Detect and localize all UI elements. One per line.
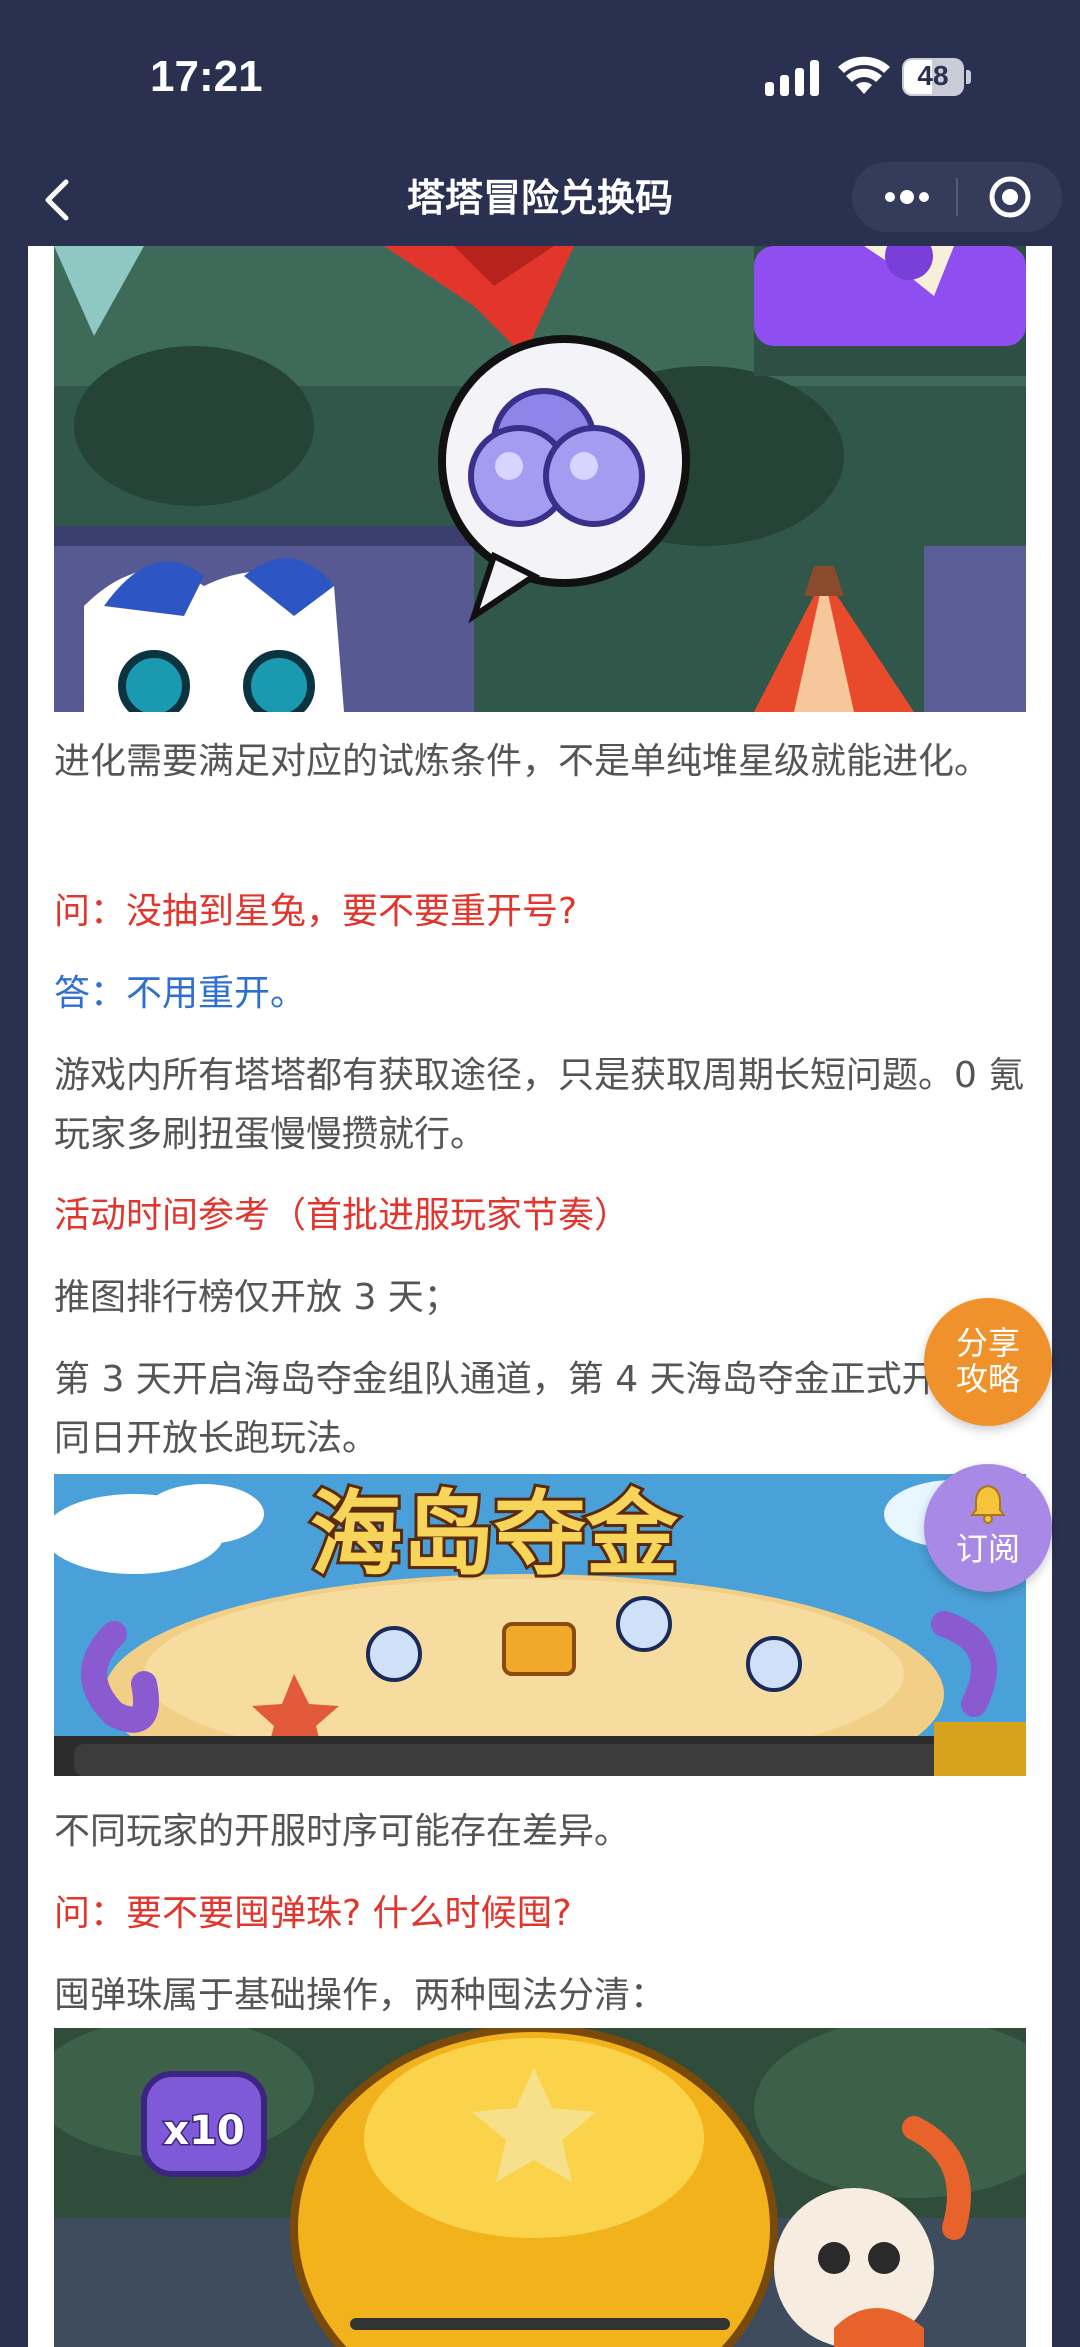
battery-level: 48 [917, 60, 949, 91]
paragraph-island-event: 第 3 天开启海岛夺金组队通道，第 4 天海岛夺金正式开启，同日开放长跑玩法。 [54, 1359, 1010, 1459]
status-bar: 17:21 48 [0, 0, 1080, 150]
answer-1: 答：不用重开。 [54, 973, 307, 1014]
paragraph-evolution: 进化需要满足对应的试炼条件，不是单纯堆星级就能进化。 [54, 741, 991, 782]
paragraph-acquisition: 游戏内所有塔塔都有获取途径，只是获取周期长短问题。0 氪玩家多刷扭蛋慢慢攒就行。 [54, 1055, 1025, 1155]
paragraph-ranking: 推图排行榜仅开放 3 天； [54, 1277, 460, 1318]
clock: 17:21 [150, 52, 263, 101]
paragraph-server-timing: 不同玩家的开服时序可能存在差异。 [54, 1811, 631, 1852]
article-image-3: x10 [54, 2028, 1026, 2347]
question-1: 问：没抽到星兔，要不要重开号? [54, 891, 578, 932]
nav-bar: 塔塔冒险兑换码 [0, 150, 1080, 246]
article-card: 进化需要满足对应的试炼条件，不是单纯堆星级就能进化。 问：没抽到星兔，要不要重开… [28, 246, 1052, 2347]
paragraph-marble-hoarding: 囤弹珠属于基础操作，两种囤法分清： [54, 1975, 667, 2016]
home-indicator [350, 2318, 730, 2330]
article-image-2: 海岛夺金 [54, 1474, 1026, 1776]
subscribe-label: 订阅 [955, 1530, 1020, 1568]
question-2: 问：要不要囤弹珠? 什么时候囤? [54, 1893, 572, 1934]
heading-activity-schedule: 活动时间参考（首批进服玩家节奏） [54, 1195, 631, 1236]
multiplier-badge: x10 [163, 2108, 244, 2154]
banner-title: 海岛夺金 [310, 1481, 679, 1588]
share-label-line2: 攻略 [955, 1360, 1020, 1398]
share-guide-button[interactable]: 分享 攻略 [924, 1298, 1052, 1426]
subscribe-button[interactable]: 订阅 [924, 1464, 1052, 1592]
article-image-1 [54, 246, 1026, 712]
share-label-line1: 分享 [955, 1324, 1020, 1362]
close-miniprogram-button[interactable] [964, 162, 1056, 232]
bell-icon [969, 1484, 1007, 1524]
battery-icon: 48 [902, 58, 972, 96]
mini-program-capsule [852, 162, 1062, 232]
more-button[interactable] [860, 162, 954, 232]
cellular-signal-icon [765, 60, 819, 96]
wifi-icon [838, 56, 890, 94]
